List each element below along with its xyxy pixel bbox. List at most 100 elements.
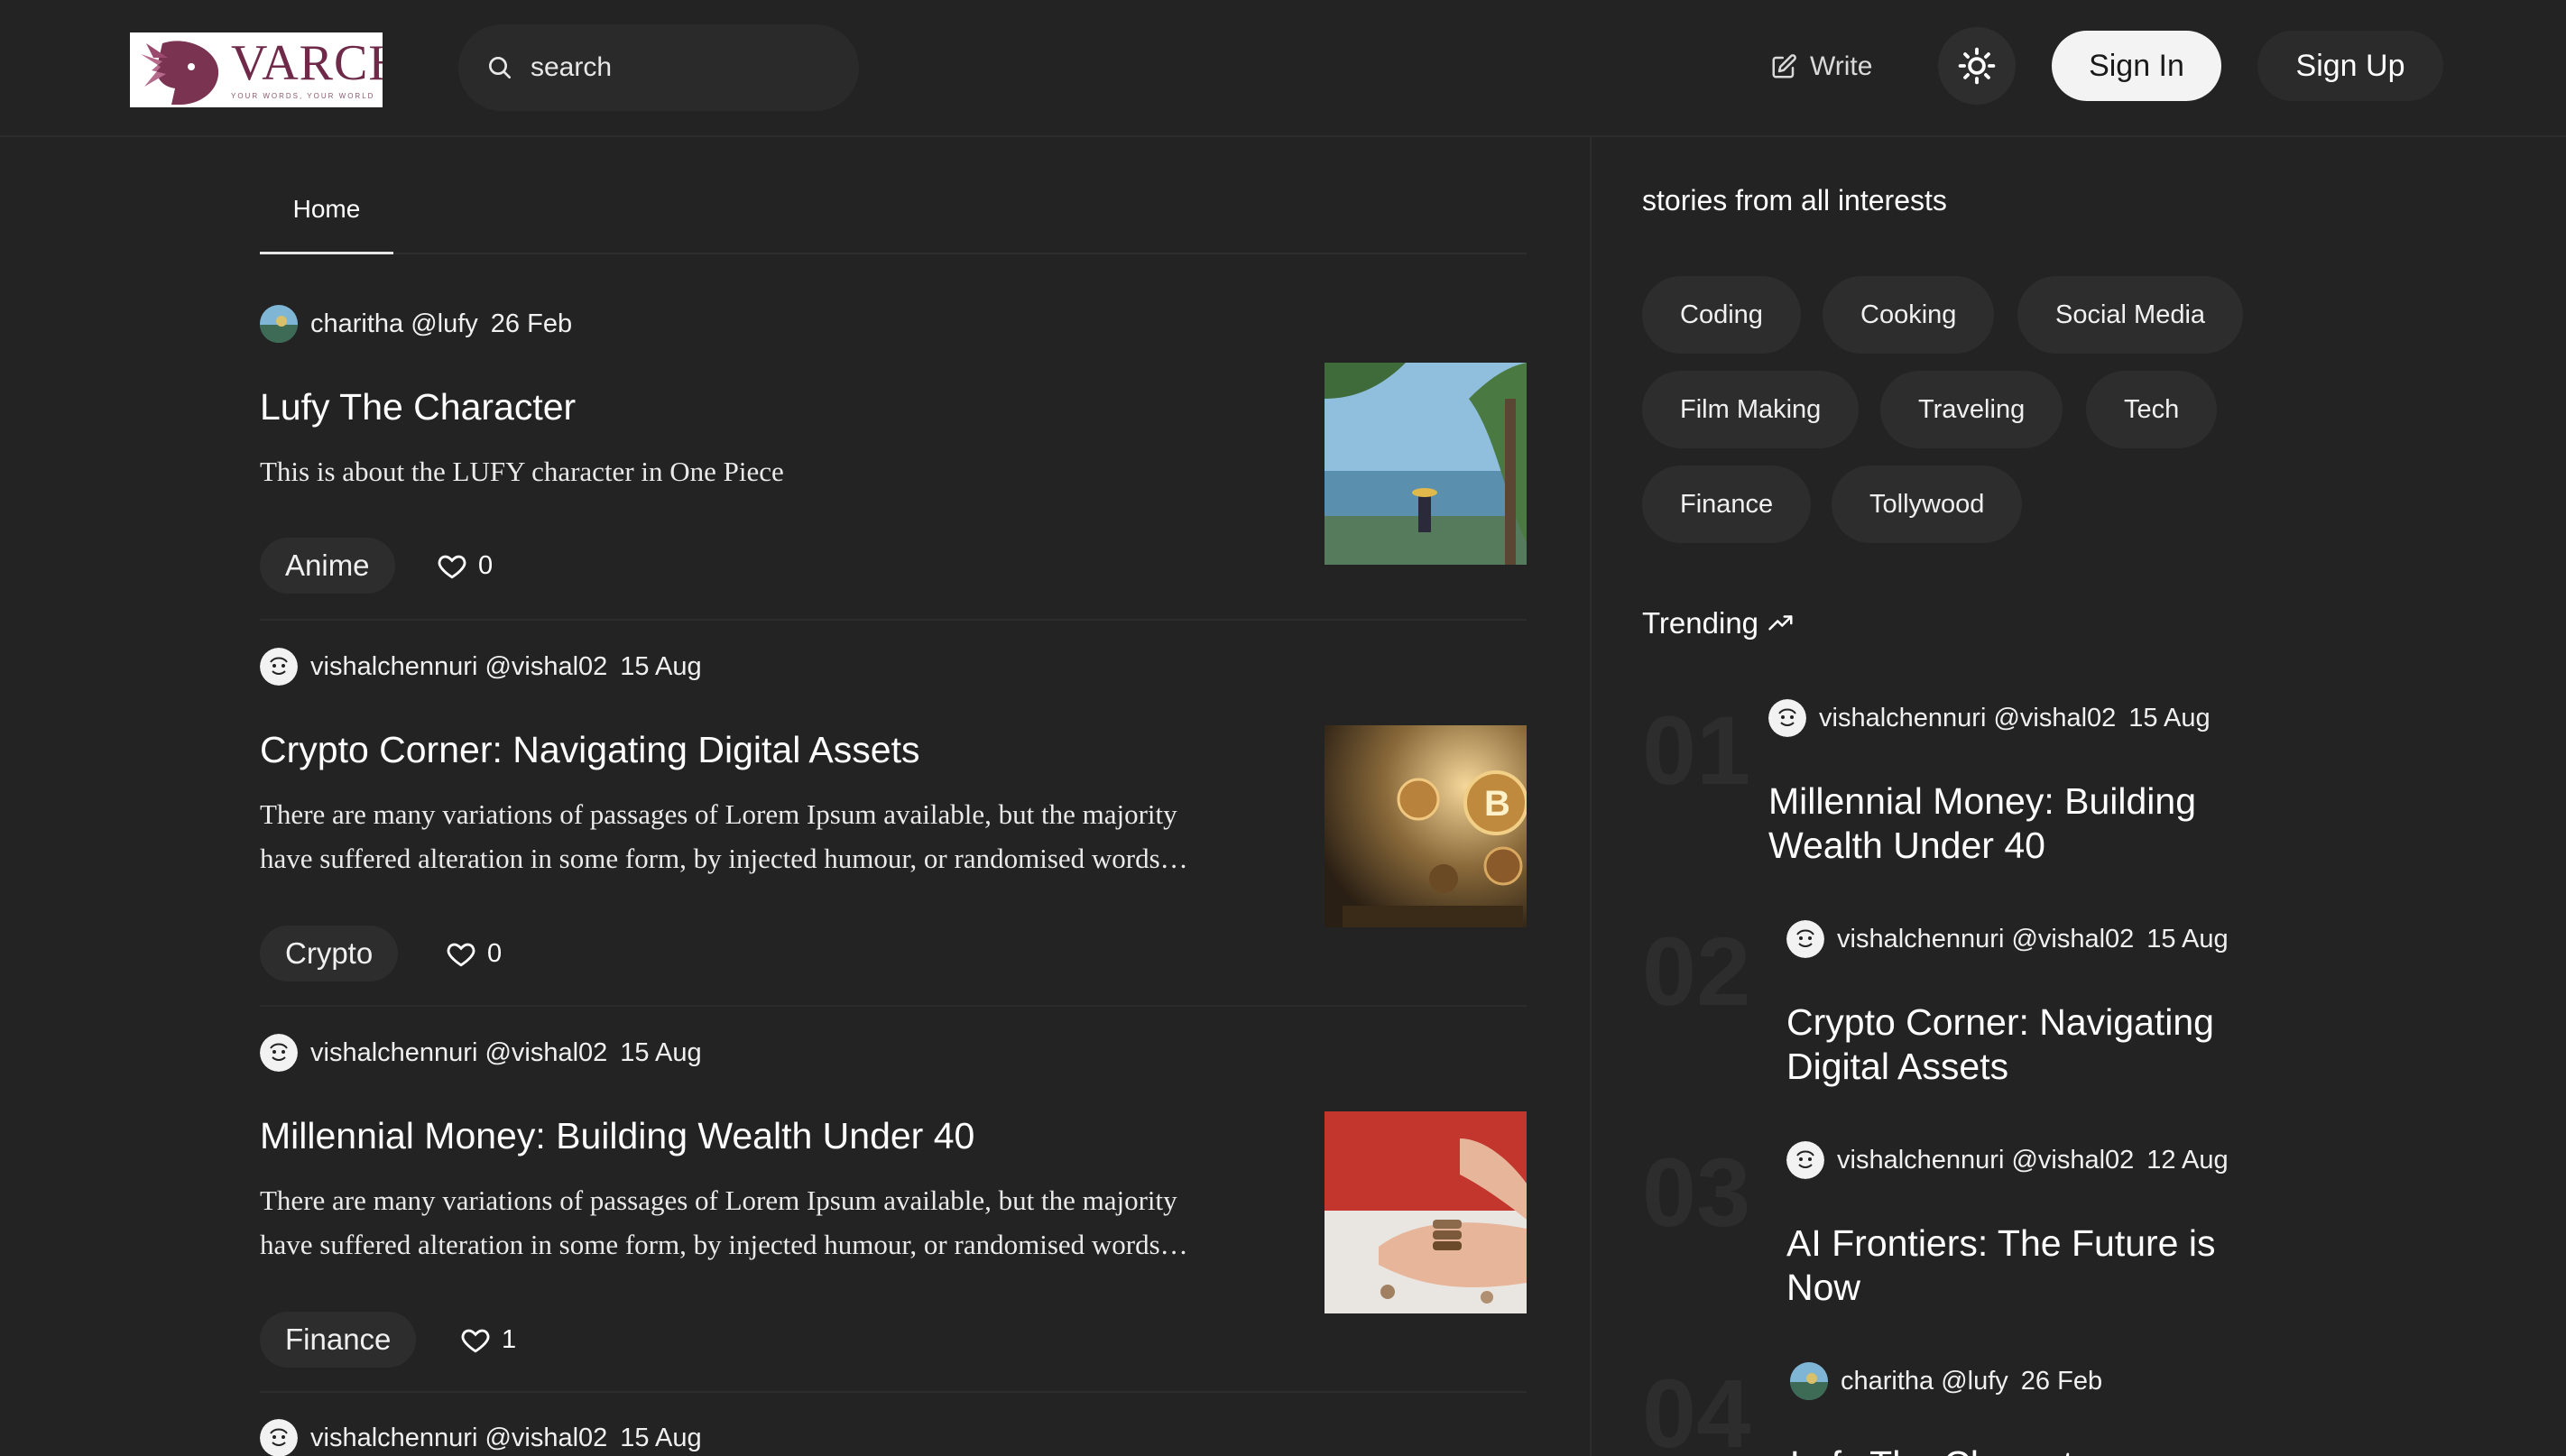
- search-bar[interactable]: [458, 24, 859, 111]
- trending-label: Trending: [1642, 606, 1759, 640]
- sign-up-button[interactable]: Sign Up: [2257, 31, 2443, 101]
- varch-logo[interactable]: VARCH YOUR WORDS, YOUR WORLD: [130, 32, 383, 107]
- like-count: 1: [502, 1324, 517, 1354]
- trending-meta: vishalchennuri @vishal02 15 Aug: [1786, 919, 2229, 959]
- write-button[interactable]: Write: [1770, 43, 1872, 90]
- article-thumbnail[interactable]: [1325, 1111, 1527, 1313]
- avatar: [1768, 699, 1806, 737]
- category-chip-tollywood[interactable]: Tollywood: [1832, 465, 2023, 543]
- article-thumbnail[interactable]: [1325, 363, 1527, 565]
- article-title[interactable]: Crypto Corner: Navigating Digital Assets: [260, 729, 919, 771]
- article-description: There are many variations of passages of…: [260, 798, 1177, 874]
- article-divider: [260, 1005, 1527, 1007]
- avatar: [260, 1034, 298, 1072]
- sign-in-button[interactable]: Sign In: [2052, 31, 2221, 101]
- like-button[interactable]: 0: [446, 926, 502, 981]
- author-name[interactable]: vishalchennuri @vishal02: [310, 652, 607, 682]
- article-meta: vishalchennuri @vishal02 15 Aug: [260, 648, 702, 686]
- search-icon: [489, 57, 511, 78]
- tab-home[interactable]: Home: [260, 166, 393, 254]
- article-card[interactable]: vishalchennuri @vishal02 15 Aug Millenni…: [260, 1034, 1527, 1395]
- topic-tag[interactable]: Crypto: [260, 926, 399, 981]
- article-title[interactable]: Millennial Money: Building Wealth Under …: [260, 1115, 974, 1157]
- category-chip-social-media[interactable]: Social Media: [2017, 276, 2244, 354]
- like-button[interactable]: 0: [437, 538, 493, 594]
- article-card[interactable]: vishalchennuri @vishal02 15 Aug: [260, 1419, 1527, 1456]
- heart-icon: [447, 943, 475, 967]
- category-chip-film-making[interactable]: Film Making: [1642, 371, 1860, 448]
- post-date: 15 Aug: [2128, 703, 2211, 733]
- article-description: This is about the LUFY character in One …: [260, 456, 784, 487]
- trending-rank: 04: [1642, 1361, 1751, 1456]
- article-meta: charitha @lufy 26 Feb: [260, 305, 572, 343]
- category-chip-finance[interactable]: Finance: [1642, 465, 1812, 543]
- category-chip-traveling[interactable]: Traveling: [1880, 371, 2063, 448]
- post-date: 15 Aug: [620, 1423, 702, 1452]
- author-name[interactable]: charitha @lufy: [310, 309, 478, 339]
- avatar: [1786, 920, 1824, 958]
- trending-meta: charitha @lufy 26 Feb: [1790, 1361, 2102, 1401]
- top-navbar: VARCH YOUR WORDS, YOUR WORLD Write Sign …: [0, 0, 2566, 137]
- author-name[interactable]: vishalchennuri @vishal02: [1837, 925, 2134, 954]
- like-count: 0: [487, 938, 503, 968]
- avatar: [1786, 1141, 1824, 1179]
- article-divider: [260, 619, 1527, 621]
- like-button[interactable]: 1: [460, 1312, 516, 1368]
- post-date: 12 Aug: [2146, 1145, 2229, 1175]
- category-chip-cooking[interactable]: Cooking: [1823, 276, 1995, 354]
- trending-rank: 03: [1642, 1138, 1751, 1247]
- trending-title[interactable]: Millennial Money: Building Wealth Under …: [1768, 779, 2274, 868]
- author-name[interactable]: charitha @lufy: [1841, 1367, 2008, 1396]
- article-description: There are many variations of passages of…: [260, 1184, 1177, 1260]
- avatar: [260, 1419, 298, 1456]
- trending-heading: Trending: [1642, 606, 1795, 640]
- logo-text: VARCH: [231, 35, 383, 91]
- topic-tag[interactable]: Anime: [260, 538, 395, 594]
- post-date: 15 Aug: [2146, 924, 2229, 954]
- edit-icon: [1772, 54, 1796, 78]
- logo-tagline: YOUR WORDS, YOUR WORLD: [231, 92, 375, 100]
- heart-icon: [438, 555, 466, 579]
- article-divider: [260, 1391, 1527, 1393]
- trending-meta: vishalchennuri @vishal02 15 Aug: [1768, 698, 2211, 738]
- heart-icon: [461, 1329, 490, 1353]
- category-chip-tech[interactable]: Tech: [2086, 371, 2218, 448]
- trending-meta: vishalchennuri @vishal02 12 Aug: [1786, 1140, 2229, 1180]
- topic-tag[interactable]: Finance: [260, 1312, 417, 1368]
- logo-mark-icon: [141, 40, 219, 105]
- article-card[interactable]: charitha @lufy 26 Feb Lufy The Character…: [260, 305, 1527, 621]
- avatar: [260, 305, 298, 343]
- feed-tabs: Home: [260, 166, 1527, 254]
- search-input[interactable]: [531, 52, 819, 83]
- trending-title[interactable]: Lufy The Character: [1790, 1442, 2295, 1456]
- article-meta: vishalchennuri @vishal02 15 Aug: [260, 1419, 702, 1456]
- trending-item[interactable]: 01 vishalchennuri @vishal02 15 Aug Mille…: [1642, 698, 2382, 879]
- like-count: 0: [478, 550, 494, 580]
- theme-toggle-button[interactable]: [1938, 27, 2016, 105]
- trending-title[interactable]: Crypto Corner: Navigating Digital Assets: [1786, 1000, 2292, 1089]
- author-name[interactable]: vishalchennuri @vishal02: [310, 1424, 607, 1453]
- author-name[interactable]: vishalchennuri @vishal02: [1819, 704, 2116, 733]
- trending-rank: 01: [1642, 696, 1751, 805]
- post-date: 26 Feb: [2020, 1366, 2103, 1396]
- trending-item[interactable]: 03 vishalchennuri @vishal02 12 Aug AI Fr…: [1642, 1140, 2382, 1321]
- article-title[interactable]: Lufy The Character: [260, 386, 576, 429]
- article-meta: vishalchennuri @vishal02 15 Aug: [260, 1034, 702, 1072]
- post-date: 26 Feb: [490, 309, 573, 338]
- author-name[interactable]: vishalchennuri @vishal02: [310, 1038, 607, 1068]
- trending-item[interactable]: 02 vishalchennuri @vishal02 15 Aug Crypt…: [1642, 919, 2382, 1100]
- post-date: 15 Aug: [620, 651, 702, 681]
- category-chip-coding[interactable]: Coding: [1642, 276, 1801, 354]
- trending-rank: 02: [1642, 917, 1751, 1026]
- article-thumbnail[interactable]: B: [1325, 725, 1527, 927]
- trending-item[interactable]: 04 charitha @lufy 26 Feb Lufy The Charac…: [1642, 1361, 2382, 1456]
- write-label: Write: [1810, 51, 1873, 81]
- svg-text:B: B: [1484, 784, 1510, 824]
- trending-title[interactable]: AI Frontiers: The Future is Now: [1786, 1221, 2292, 1310]
- author-name[interactable]: vishalchennuri @vishal02: [1837, 1146, 2134, 1175]
- interests-heading: stories from all interests: [1642, 184, 1947, 217]
- article-card[interactable]: vishalchennuri @vishal02 15 Aug Crypto C…: [260, 648, 1527, 1009]
- avatar: [260, 648, 298, 686]
- sidebar-divider: [1590, 137, 1592, 1456]
- avatar: [1790, 1362, 1828, 1400]
